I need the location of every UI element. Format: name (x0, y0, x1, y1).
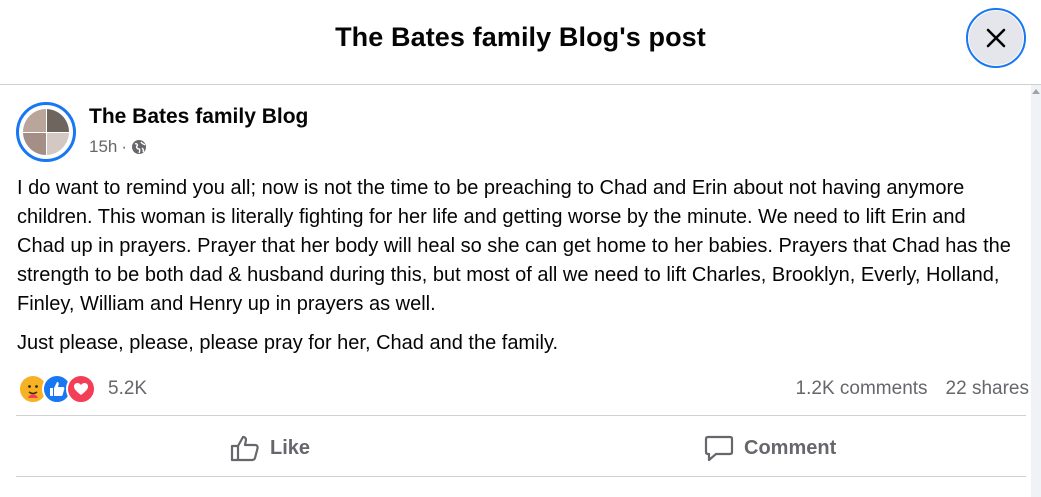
dialog-title: The Bates family Blog's post (335, 22, 706, 52)
like-label: Like (270, 436, 311, 459)
like-icon (230, 435, 259, 462)
comment-label: Comment (744, 436, 837, 459)
close-icon (986, 28, 1006, 48)
page-avatar[interactable] (16, 102, 76, 162)
meta-separator: · (121, 137, 128, 156)
shares-count[interactable]: 22 shares (946, 378, 1029, 400)
reaction-count[interactable]: 5.2K (108, 378, 147, 400)
scrollbar[interactable] (1031, 85, 1041, 497)
scroll-up-arrow-icon[interactable] (1032, 89, 1040, 94)
post-paragraph: Just please, please, please pray for her… (17, 332, 559, 354)
divider (16, 415, 1026, 416)
dialog-header: The Bates family Blog's post (0, 0, 1041, 85)
post-timestamp[interactable]: 15h (89, 137, 117, 157)
reactions-summary[interactable]: 5.2K (18, 374, 147, 404)
comments-count[interactable]: 1.2K comments (796, 378, 928, 400)
close-button[interactable] (966, 8, 1026, 68)
comment-icon (704, 435, 734, 462)
post-meta: 15h · (89, 137, 147, 157)
divider (16, 476, 1026, 477)
avatar-image (23, 109, 69, 155)
love-reaction-icon (66, 374, 96, 404)
like-button[interactable]: Like (230, 428, 310, 468)
engagement-stats: 1.2K comments 22 shares (796, 378, 1029, 400)
post-author-name[interactable]: The Bates family Blog (89, 105, 308, 129)
post-body: I do want to remind you all; now is not … (17, 174, 1017, 368)
comment-button[interactable]: Comment (704, 428, 836, 468)
post-paragraph: I do want to remind you all; now is not … (17, 177, 1011, 315)
globe-icon (132, 140, 147, 154)
